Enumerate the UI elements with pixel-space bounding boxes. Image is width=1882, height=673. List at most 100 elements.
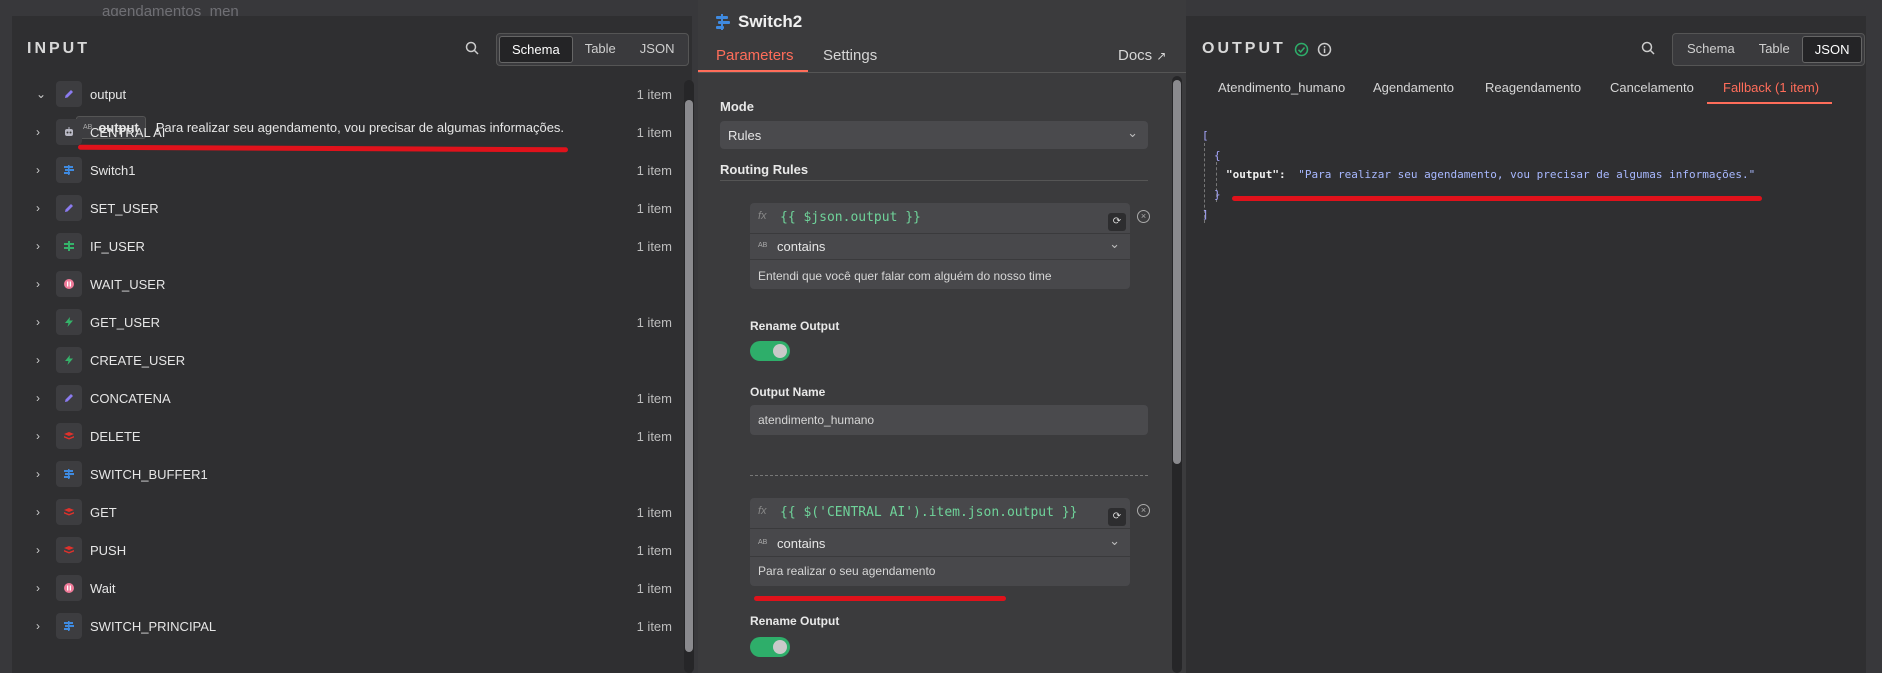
parameters-scrollbar[interactable] (1172, 76, 1182, 673)
chevron-right-icon[interactable]: › (36, 619, 40, 633)
output-view-json[interactable]: JSON (1801, 36, 1863, 63)
input-view-json[interactable]: JSON (628, 36, 687, 63)
rename-output-toggle[interactable] (750, 637, 790, 657)
input-panel: INPUT Schema Table JSON ⌄ output 1 item … (12, 16, 694, 673)
chevron-right-icon[interactable]: › (36, 239, 40, 253)
output-view-table[interactable]: Table (1747, 36, 1802, 63)
rename-output-label: Rename Output (750, 319, 840, 333)
branch-tab-fallback[interactable]: Fallback (1 item) (1723, 80, 1819, 95)
string-type-icon: AB (758, 242, 768, 249)
input-scrollbar-thumb[interactable] (685, 100, 693, 652)
remove-rule-icon[interactable]: × (1137, 210, 1150, 223)
output-name-value: atendimento_humano (758, 413, 875, 427)
chevron-down-icon[interactable]: ⌄ (1109, 236, 1120, 252)
routing-divider (720, 180, 1148, 181)
node-header: Switch2 (714, 12, 802, 32)
tree-row[interactable]: › PUSH 1 item (12, 531, 672, 569)
search-icon[interactable] (1641, 41, 1655, 55)
rename-output-toggle[interactable] (750, 341, 790, 361)
tree-row-label: CONCATENA (90, 390, 171, 406)
chevron-right-icon[interactable]: › (36, 429, 40, 443)
chevron-right-icon[interactable]: › (36, 581, 40, 595)
search-icon[interactable] (465, 41, 479, 55)
redis-icon (56, 423, 82, 449)
parameters-scrollbar-thumb[interactable] (1173, 80, 1181, 464)
fx-icon: fx (758, 210, 767, 222)
chevron-right-icon[interactable]: › (36, 315, 40, 329)
branch-tab-atendimento-humano[interactable]: Atendimento_humano (1218, 80, 1345, 95)
rule-1-left-value[interactable]: {{ $json.output }} (780, 210, 921, 225)
input-title: INPUT (27, 40, 90, 57)
tree-row[interactable]: › GET_USER 1 item (12, 303, 672, 341)
chevron-right-icon[interactable]: › (36, 201, 40, 215)
tree-row[interactable]: › CREATE_USER (12, 341, 672, 379)
tree-row[interactable]: › GET 1 item (12, 493, 672, 531)
tree-row[interactable]: › CONCATENA 1 item (12, 379, 672, 417)
chevron-right-icon[interactable]: › (36, 353, 40, 367)
tree-row[interactable]: › SWITCH_BUFFER1 (12, 455, 672, 493)
tree-row-label: CREATE_USER (90, 352, 186, 368)
tree-row[interactable]: › WAIT_USER (12, 265, 672, 303)
item-count: 1 item (636, 162, 672, 178)
docs-link[interactable]: Docs ↗ (1118, 47, 1166, 64)
tree-row[interactable]: › Switch1 1 item (12, 151, 672, 189)
chevron-right-icon[interactable]: › (36, 505, 40, 519)
rule-2-left-value[interactable]: {{ $('CENTRAL AI').item.json.output }} (780, 505, 1077, 520)
mode-select[interactable]: Rules ⌄ (720, 121, 1148, 149)
chevron-down-icon[interactable]: ⌄ (36, 87, 46, 101)
tree-row[interactable]: › DELETE 1 item (12, 417, 672, 455)
tab-settings[interactable]: Settings (823, 47, 877, 64)
rule-2-right-value[interactable]: Para realizar o seu agendamento (758, 564, 935, 578)
copy-icon[interactable]: ⟳ (1108, 213, 1126, 231)
tree-row-label: SET_USER (90, 200, 159, 216)
tree-row[interactable]: › SWITCH_PRINCIPAL 1 item (12, 607, 672, 645)
rule-1-right-value[interactable]: Entendi que você quer falar com alguém d… (758, 269, 1052, 283)
check-circle-icon (1294, 42, 1309, 56)
chevron-down-icon[interactable]: ⌄ (1109, 533, 1120, 549)
output-name-label: Output Name (750, 385, 826, 399)
rule-2-operator[interactable]: contains (777, 536, 825, 551)
tree-row[interactable]: › Wait 1 item (12, 569, 672, 607)
output-name-input[interactable]: atendimento_humano (750, 405, 1148, 435)
chevron-right-icon[interactable]: › (36, 125, 40, 139)
switch-icon (716, 14, 730, 30)
tree-row[interactable]: › IF_USER 1 item (12, 227, 672, 265)
chevron-right-icon[interactable]: › (36, 543, 40, 557)
branch-tab-reagendamento[interactable]: Reagendamento (1485, 80, 1581, 95)
switch-icon (56, 461, 82, 487)
remove-rule-icon[interactable]: × (1137, 504, 1150, 517)
rename-output-label: Rename Output (750, 614, 840, 628)
branch-tab-cancelamento[interactable]: Cancelamento (1610, 80, 1694, 95)
item-count: 1 item (636, 314, 672, 330)
chevron-right-icon[interactable]: › (36, 391, 40, 405)
tab-parameters[interactable]: Parameters (716, 47, 794, 64)
tree-row-output[interactable]: ⌄ output 1 item (12, 75, 672, 113)
tree-row-label: CENTRAL AI (90, 124, 166, 140)
json-value: "Para realizar seu agendamento, vou prec… (1298, 168, 1756, 181)
annotation-underline (1232, 196, 1762, 201)
info-icon[interactable] (1317, 42, 1332, 57)
tree-row[interactable]: › CENTRAL AI 1 item (12, 113, 672, 151)
rule-1-operator[interactable]: contains (777, 239, 825, 254)
mode-select-value: Rules (728, 128, 762, 143)
chevron-right-icon[interactable]: › (36, 163, 40, 177)
tree-row-label: GET (90, 504, 117, 520)
chevron-right-icon[interactable]: › (36, 277, 40, 291)
chevron-right-icon[interactable]: › (36, 467, 40, 481)
tree-row[interactable]: › SET_USER 1 item (12, 189, 672, 227)
output-view-schema[interactable]: Schema (1675, 36, 1747, 63)
copy-icon[interactable]: ⟳ (1108, 508, 1126, 526)
branch-tab-agendamento[interactable]: Agendamento (1373, 80, 1454, 95)
json-open-bracket: [ (1202, 129, 1209, 142)
json-close-bracket: ] (1202, 208, 1209, 221)
tree-row-label: DELETE (90, 428, 141, 444)
tree-row-label: PUSH (90, 542, 127, 558)
node-title[interactable]: Switch2 (738, 12, 802, 32)
json-property-row[interactable]: "output": "Para realizar seu agendamento… (1226, 168, 1755, 181)
input-view-schema[interactable]: Schema (499, 36, 573, 63)
input-scrollbar[interactable] (684, 80, 694, 673)
input-view-table[interactable]: Table (573, 36, 628, 63)
tab-divider (698, 72, 1186, 73)
output-title: OUTPUT (1202, 40, 1286, 57)
tree-row-label: WAIT_USER (90, 276, 166, 292)
